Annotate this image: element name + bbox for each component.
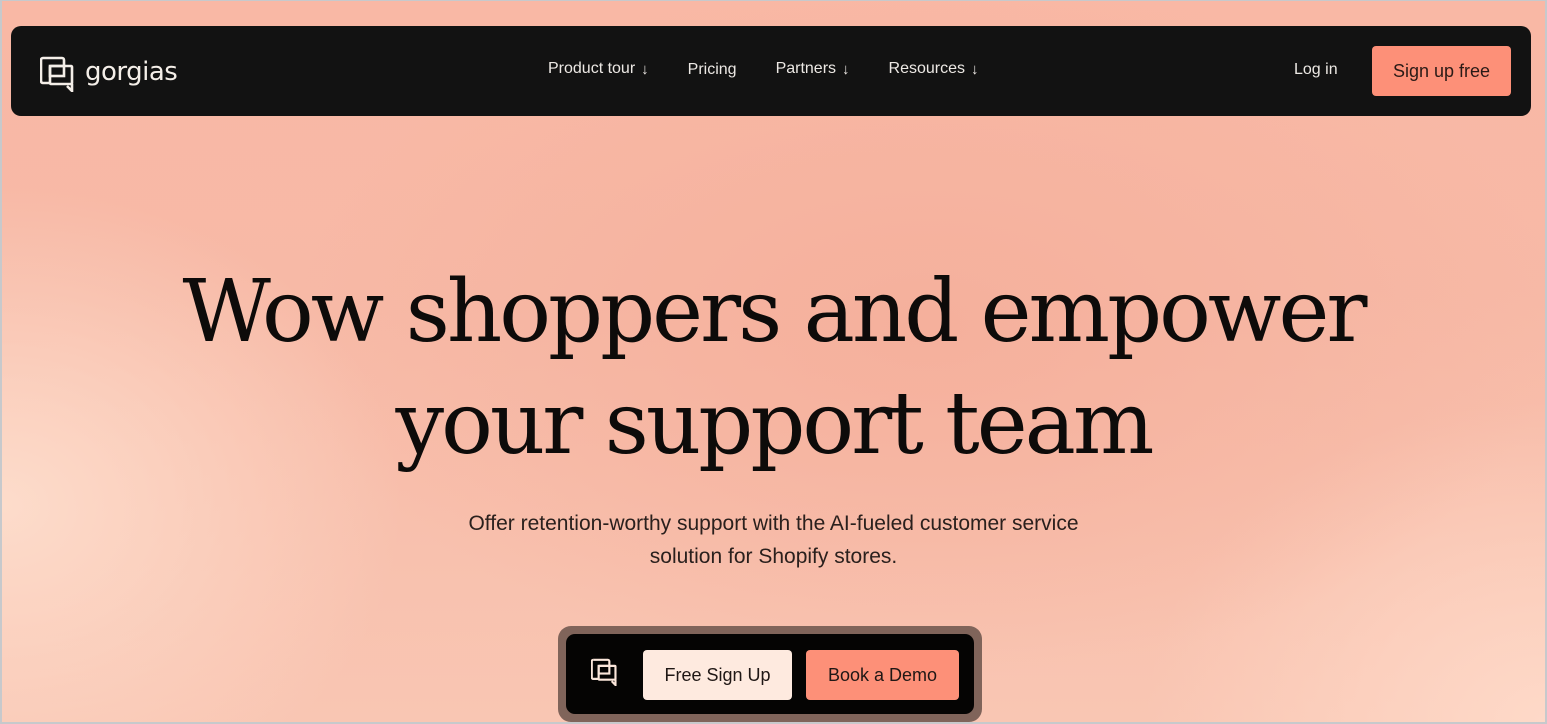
arrow-down-icon: ↓ — [971, 60, 979, 78]
nav-item-label: Product tour — [548, 60, 636, 77]
brand-name: gorgias — [85, 57, 178, 87]
nav-item-label: Resources — [888, 60, 966, 77]
primary-nav: Product tour ↓ Pricing Partners ↓ Resour… — [548, 59, 979, 79]
hero-title-line-2: your support team — [395, 374, 1155, 474]
hero-subtitle-line-2: solution for Shopify stores. — [649, 545, 898, 568]
sign-up-free-button[interactable]: Sign up free — [1372, 46, 1511, 96]
cta-bar: Free Sign Up Book a Demo — [558, 626, 982, 722]
hero-title: Wow shoppers and empower your support te… — [2, 256, 1545, 480]
cta-bar-inner: Free Sign Up Book a Demo — [566, 634, 974, 714]
nav-item-resources[interactable]: Resources ↓ — [889, 60, 979, 78]
login-link[interactable]: Log in — [1294, 61, 1338, 79]
hero-subtitle-line-1: Offer retention-worthy support with the … — [468, 512, 1079, 535]
free-sign-up-button[interactable]: Free Sign Up — [643, 650, 792, 700]
arrow-down-icon: ↓ — [641, 60, 649, 78]
nav-item-label: Partners — [775, 60, 837, 77]
nav-item-partners[interactable]: Partners ↓ — [776, 60, 850, 78]
top-navbar: gorgias Product tour ↓ Pricing Partners … — [11, 26, 1531, 116]
nav-item-label: Pricing — [687, 61, 737, 78]
nav-item-pricing[interactable]: Pricing — [688, 61, 737, 79]
hero-title-line-1: Wow shoppers and empower — [182, 262, 1367, 362]
nav-item-product-tour[interactable]: Product tour ↓ — [548, 60, 649, 78]
gorgias-logo-icon — [40, 56, 74, 92]
arrow-down-icon: ↓ — [842, 60, 850, 78]
gorgias-logo-icon — [590, 658, 617, 691]
page: gorgias Product tour ↓ Pricing Partners … — [2, 1, 1545, 722]
hero-subtitle: Offer retention-worthy support with the … — [2, 507, 1545, 573]
brand-logo-link[interactable]: gorgias — [40, 56, 178, 92]
book-a-demo-button[interactable]: Book a Demo — [806, 650, 959, 700]
